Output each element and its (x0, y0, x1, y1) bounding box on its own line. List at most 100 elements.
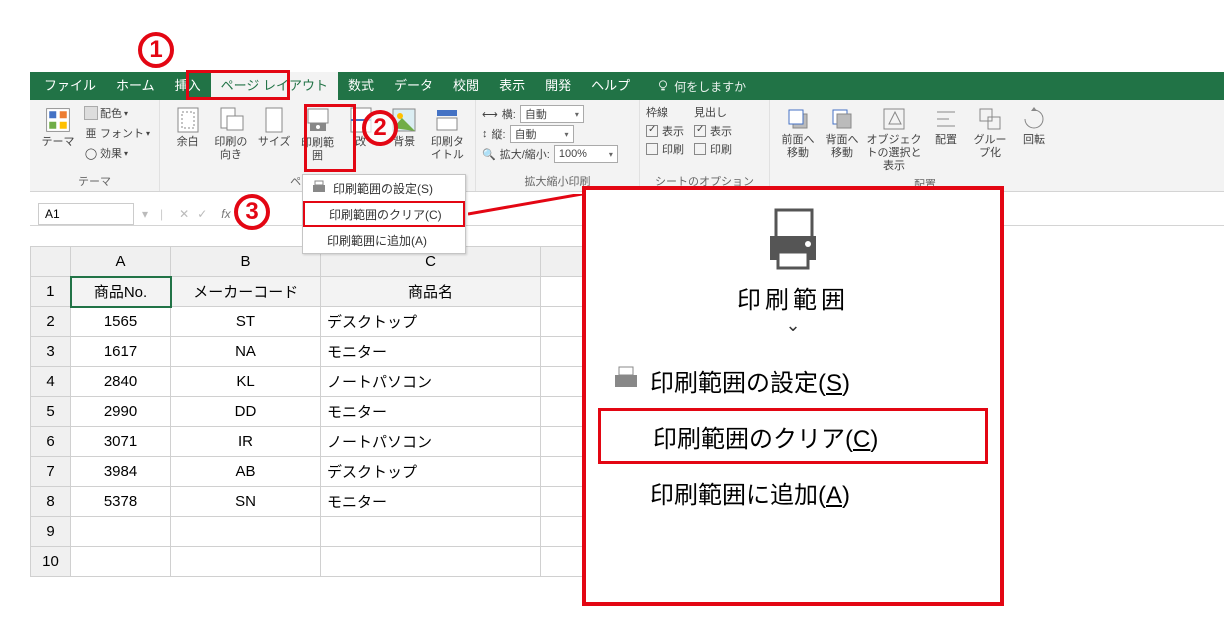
ribbon-group-arrange: 前面へ移動 背面へ移動 オブジェクトの選択と表示 配置 グループ化 回転 (770, 100, 1080, 191)
row-header[interactable]: 7 (31, 457, 71, 487)
gridlines-print-checkbox[interactable]: 印刷 (646, 140, 684, 158)
printer-icon (611, 365, 641, 395)
scale-zoom-input[interactable]: 🔍拡大/縮小: 100%▾ (482, 144, 618, 164)
zoom-add-to-print-area[interactable]: 印刷範囲に追加(A) (598, 464, 988, 520)
cell[interactable]: モニター (321, 487, 541, 517)
scale-width-select[interactable]: ⟷横: 自動▾ (482, 104, 618, 124)
tab-help[interactable]: ヘルプ (581, 72, 640, 100)
row-header[interactable]: 8 (31, 487, 71, 517)
tab-page-layout[interactable]: ページ レイアウト (211, 72, 338, 100)
cell[interactable]: 5378 (71, 487, 171, 517)
zoom-set-print-area[interactable]: 印刷範囲の設定(S) (598, 352, 988, 408)
name-box[interactable]: A1 (38, 203, 134, 225)
cell[interactable]: メーカーコード (171, 277, 321, 307)
row-header[interactable]: 5 (31, 397, 71, 427)
select-all-corner[interactable] (31, 247, 71, 277)
cell[interactable]: モニター (321, 397, 541, 427)
group-icon (977, 106, 1003, 132)
zoom-print-area-button[interactable]: 印刷範囲 ⌄ (598, 206, 988, 344)
ribbon-group-themes: テーマ 配色▾ 亜フォント▾ ◯効果▾ テーマ (30, 100, 160, 191)
theme-fonts-button[interactable]: 亜フォント▾ (84, 124, 150, 142)
col-header-B[interactable]: B (171, 247, 321, 277)
gridlines-title: 枠線 (646, 104, 684, 120)
row-header[interactable]: 1 (31, 277, 71, 307)
size-button[interactable]: サイズ (253, 104, 296, 151)
cell[interactable]: モニター (321, 337, 541, 367)
cell[interactable]: DD (171, 397, 321, 427)
cell[interactable]: AB (171, 457, 321, 487)
cell[interactable]: 3984 (71, 457, 171, 487)
cell[interactable]: 商品名 (321, 277, 541, 307)
row-header[interactable]: 2 (31, 307, 71, 337)
print-titles-button[interactable]: 印刷タイトル (426, 104, 469, 164)
dd-set-print-area[interactable]: 印刷範囲の設定(S) (303, 175, 465, 201)
ribbon-group-sheet-options: 枠線 表示 印刷 見出し 表示 印刷 シートのオプション (640, 100, 770, 191)
cell[interactable]: IR (171, 427, 321, 457)
scale-height-select[interactable]: ↕縦: 自動▾ (482, 124, 618, 144)
margins-icon (174, 106, 202, 134)
row-header[interactable]: 9 (31, 517, 71, 547)
fx-label: fx (221, 207, 230, 221)
bring-forward-button[interactable]: 前面へ移動 (776, 104, 820, 162)
cell[interactable]: 2840 (71, 367, 171, 397)
theme-effects-button[interactable]: ◯効果▾ (84, 144, 150, 162)
cell[interactable]: ノートパソコン (321, 367, 541, 397)
group-label-themes: テーマ (36, 173, 153, 189)
ribbon-group-scale: ⟷横: 自動▾ ↕縦: 自動▾ 🔍拡大/縮小: 100%▾ 拡大縮小印刷 (476, 100, 640, 191)
col-header-A[interactable]: A (71, 247, 171, 277)
tab-home[interactable]: ホーム (106, 72, 165, 100)
cell[interactable]: 商品No. (71, 277, 171, 307)
selection-pane-button[interactable]: オブジェクトの選択と表示 (864, 104, 924, 176)
tab-data[interactable]: データ (384, 72, 443, 100)
orientation-button[interactable]: 印刷の向き (209, 104, 252, 164)
themes-button[interactable]: テーマ (36, 104, 80, 151)
ribbon-tabs-bar: ファイル ホーム 挿入 ページ レイアウト 数式 データ 校閲 表示 開発 ヘル… (30, 72, 1224, 100)
cell[interactable]: KL (171, 367, 321, 397)
cell[interactable]: デスクトップ (321, 307, 541, 337)
print-area-button[interactable]: 印刷範囲 (296, 104, 339, 166)
send-backward-icon (829, 106, 855, 132)
row-header[interactable]: 6 (31, 427, 71, 457)
theme-colors-button[interactable]: 配色▾ (84, 104, 150, 122)
cell[interactable]: 1565 (71, 307, 171, 337)
cell[interactable]: NA (171, 337, 321, 367)
tell-me-input[interactable]: 何をしますか (656, 78, 746, 95)
row-header[interactable]: 3 (31, 337, 71, 367)
headings-view-checkbox[interactable]: 表示 (694, 122, 732, 140)
cell[interactable]: デスクトップ (321, 457, 541, 487)
cell[interactable]: SN (171, 487, 321, 517)
cell[interactable]: 1617 (71, 337, 171, 367)
lightbulb-icon (656, 79, 670, 93)
cell[interactable]: ST (171, 307, 321, 337)
row-header[interactable]: 4 (31, 367, 71, 397)
margins-button[interactable]: 余白 (166, 104, 209, 151)
align-icon (933, 106, 959, 132)
align-button[interactable]: 配置 (924, 104, 968, 149)
tab-file[interactable]: ファイル (34, 72, 106, 100)
cell[interactable] (171, 517, 321, 547)
cell[interactable]: 3071 (71, 427, 171, 457)
zoom-clear-print-area[interactable]: 印刷範囲のクリア(C) (598, 408, 988, 464)
cell[interactable] (321, 517, 541, 547)
cell[interactable] (71, 547, 171, 577)
tab-review[interactable]: 校閲 (443, 72, 489, 100)
group-button[interactable]: グループ化 (968, 104, 1012, 162)
gridlines-view-checkbox[interactable]: 表示 (646, 122, 684, 140)
row-header[interactable]: 10 (31, 547, 71, 577)
send-backward-button[interactable]: 背面へ移動 (820, 104, 864, 162)
cell[interactable]: 2990 (71, 397, 171, 427)
dd-clear-print-area[interactable]: 印刷範囲のクリア(C) (303, 201, 465, 227)
dd-add-to-print-area[interactable]: 印刷範囲に追加(A) (303, 227, 465, 253)
orientation-icon (217, 106, 245, 134)
cell[interactable] (171, 547, 321, 577)
cell[interactable] (71, 517, 171, 547)
tab-developer[interactable]: 開発 (535, 72, 581, 100)
cell[interactable] (321, 547, 541, 577)
size-icon (260, 106, 288, 134)
headings-print-checkbox[interactable]: 印刷 (694, 140, 732, 158)
cell[interactable]: ノートパソコン (321, 427, 541, 457)
tab-insert[interactable]: 挿入 (165, 72, 211, 100)
tab-view[interactable]: 表示 (489, 72, 535, 100)
rotate-button[interactable]: 回転 (1012, 104, 1056, 149)
tab-formulas[interactable]: 数式 (338, 72, 384, 100)
